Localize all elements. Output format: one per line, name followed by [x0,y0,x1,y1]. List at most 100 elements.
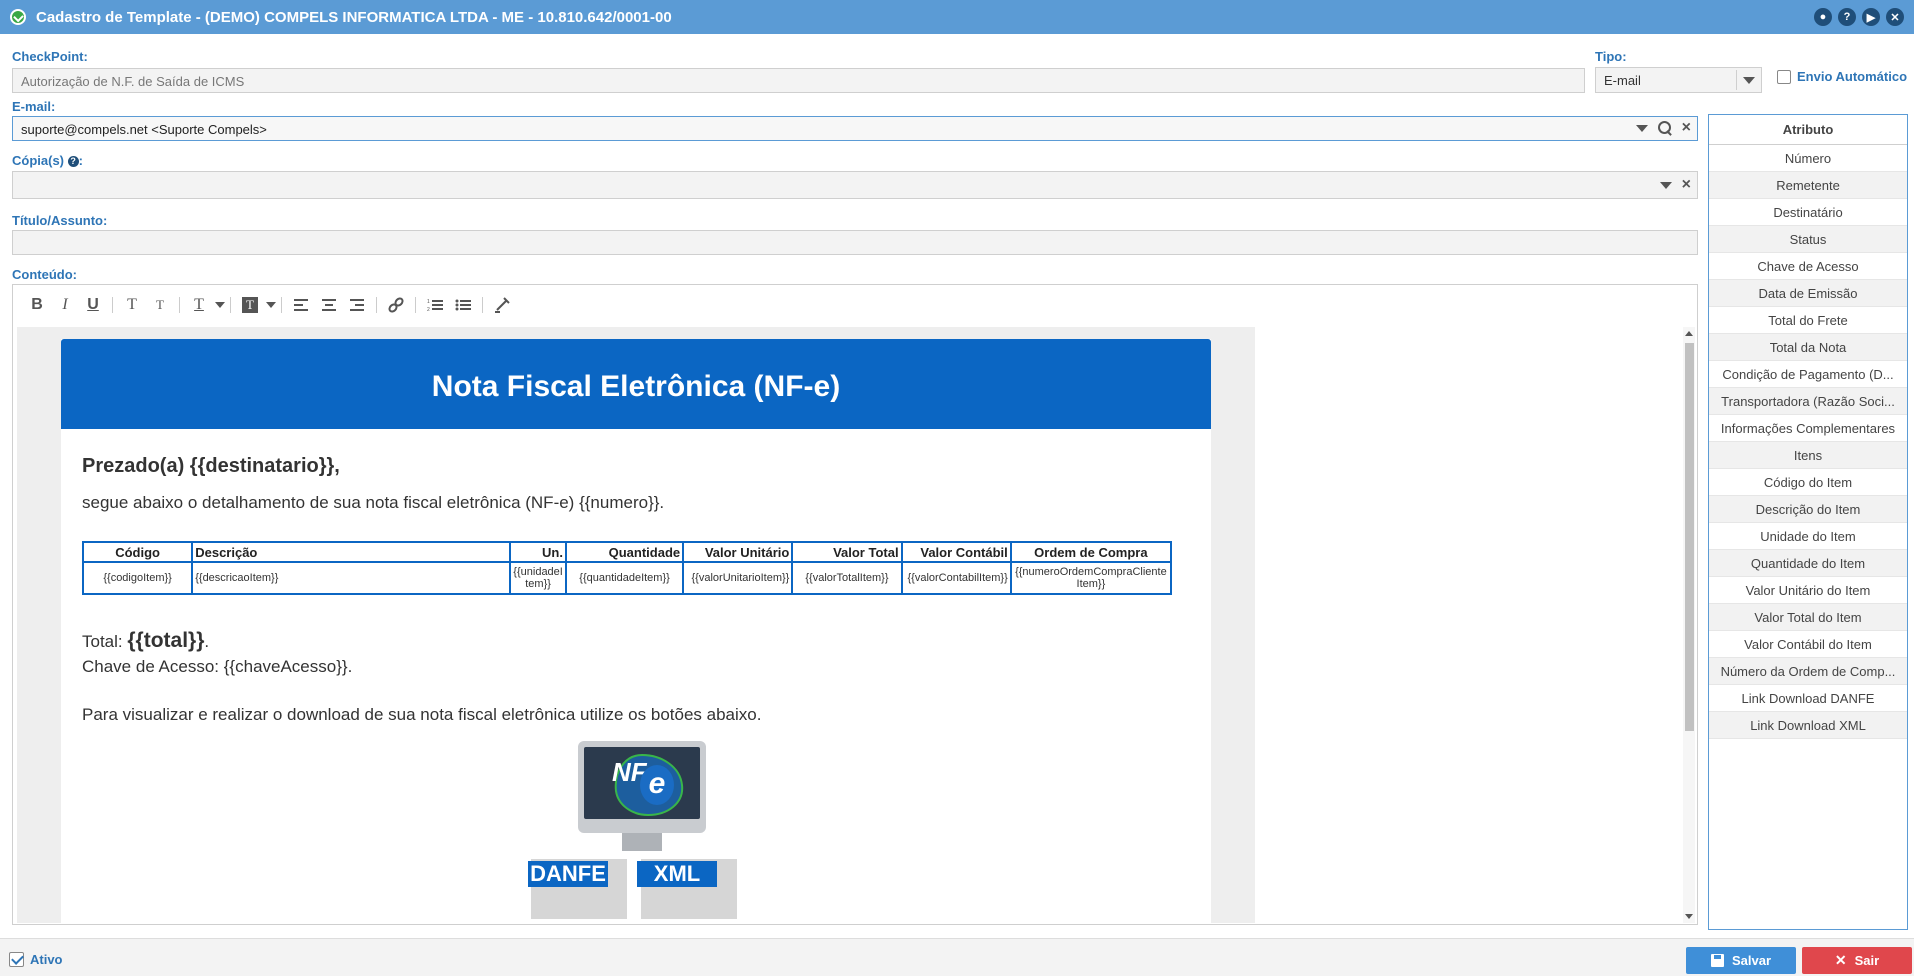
attribute-item[interactable]: Condição de Pagamento (D... [1709,361,1907,388]
font-color-button[interactable]: T [185,291,213,319]
unordered-list-icon[interactable] [449,291,477,319]
attribute-item[interactable]: Link Download XML [1709,712,1907,739]
nfe-monitor-image: NF e [578,741,706,851]
subscript-button[interactable]: T [146,291,174,319]
email-field-tools: × [1635,120,1691,136]
table-cell: {{unidadeItem}} [509,561,567,595]
attribute-item[interactable]: Valor Unitário do Item [1709,577,1907,604]
attribute-item[interactable]: Descrição do Item [1709,496,1907,523]
xml-download-label[interactable]: XML [637,861,717,887]
toolbar-divider [281,297,282,313]
clear-icon[interactable]: × [1682,177,1691,193]
ativo-label[interactable]: Ativo [30,952,63,967]
copias-label-text: Cópia(s) [12,153,64,168]
table-header: Valor Contábil [900,541,1012,563]
editor-scrollbar[interactable] [1683,327,1695,923]
checkpoint-label: CheckPoint: [12,49,88,64]
exit-button-label: Sair [1854,953,1880,968]
ativo-checkbox[interactable] [9,952,24,967]
attribute-item[interactable]: Valor Total do Item [1709,604,1907,631]
save-button[interactable]: Salvar [1686,947,1796,974]
table-header: Descrição [191,541,512,563]
table-cell: {{quantidadeItem}} [564,561,685,595]
attribute-item[interactable]: Total da Nota [1709,334,1907,361]
envio-automatico-checkbox[interactable] [1777,70,1791,84]
bold-button[interactable]: B [23,291,51,319]
link-icon[interactable] [382,291,410,319]
email-field[interactable]: suporte@compels.net <Suporte Compels> × [12,116,1698,141]
align-center-icon[interactable] [315,291,343,319]
attribute-item[interactable]: Transportadora (Razão Soci... [1709,388,1907,415]
clear-format-icon[interactable] [488,291,516,319]
table-cell: {{valorContabilItem}} [900,561,1012,595]
copias-field[interactable]: × [12,171,1698,199]
align-left-icon[interactable] [287,291,315,319]
italic-button[interactable]: I [51,291,79,319]
attribute-item[interactable]: Remetente [1709,172,1907,199]
titulo-label: Título/Assunto: [12,213,108,228]
app-icon [10,9,26,25]
attribute-item[interactable]: Itens [1709,442,1907,469]
table-header: Quantidade [564,541,685,563]
table-header: Código [81,541,194,563]
monitor-screen: NF e [584,747,700,819]
attribute-item[interactable]: Quantidade do Item [1709,550,1907,577]
search-icon[interactable] [1657,121,1672,135]
items-table: Código Descrição Un. Quantidade Valor Un… [81,541,1173,595]
exit-button[interactable]: ✕ Sair [1802,947,1912,974]
window-controls: ● ? ▶ ✕ [1814,8,1904,26]
tipo-label: Tipo: [1595,49,1627,64]
attribute-list: Número Remetente Destinatário Status Chave d… [1709,145,1907,739]
attribute-item[interactable]: Valor Contábil do Item [1709,631,1907,658]
rich-text-editor[interactable]: B I U T T T T 12 Nota Fiscal Eletrônica … [12,284,1698,925]
scroll-up-icon[interactable] [1685,331,1693,336]
help-icon[interactable]: ? [67,156,79,168]
play-icon[interactable]: ▶ [1862,8,1880,26]
total-line: Total: {{total}}. [82,629,209,653]
greeting-text: Prezado(a) {{destinatario}}, [82,455,340,477]
scroll-thumb[interactable] [1685,343,1694,731]
clear-icon[interactable]: × [1682,120,1691,136]
ordered-list-icon[interactable]: 12 [421,291,449,319]
attribute-item[interactable]: Número [1709,145,1907,172]
editor-content-area[interactable]: Nota Fiscal Eletrônica (NF-e) Prezado(a)… [17,327,1255,923]
align-right-icon[interactable] [343,291,371,319]
checkpoint-field[interactable]: Autorização de N.F. de Saída de ICMS [12,68,1585,93]
table-header: Valor Total [791,541,903,563]
chevron-down-icon[interactable] [266,302,276,308]
underline-button[interactable]: U [79,291,107,319]
envio-automatico-label[interactable]: Envio Automático [1797,69,1907,84]
chevron-down-icon[interactable] [1659,181,1672,189]
attribute-item[interactable]: Status [1709,226,1907,253]
attribute-item[interactable]: Código do Item [1709,469,1907,496]
background-color-button[interactable]: T [242,297,258,313]
scroll-down-icon[interactable] [1685,914,1693,919]
danfe-download-label[interactable]: DANFE [528,861,608,887]
tipo-select[interactable]: E-mail [1595,67,1762,93]
nfe-logo-e: e [640,765,674,805]
table-header: Un. [509,541,567,563]
chevron-down-icon[interactable] [215,302,225,308]
attribute-item[interactable]: Unidade do Item [1709,523,1907,550]
attribute-item[interactable]: Link Download DANFE [1709,685,1907,712]
save-button-label: Salvar [1731,953,1772,968]
total-value: {{total}} [127,629,205,652]
titulo-field[interactable] [12,230,1698,255]
attribute-panel-header: Atributo [1709,115,1907,145]
close-icon[interactable]: ✕ [1886,8,1904,26]
attribute-item[interactable]: Data de Emissão [1709,280,1907,307]
attribute-item[interactable]: Informações Complementares [1709,415,1907,442]
attribute-item[interactable]: Número da Ordem de Comp... [1709,658,1907,685]
attribute-item[interactable]: Chave de Acesso [1709,253,1907,280]
attribute-item[interactable]: Total do Frete [1709,307,1907,334]
minimize-icon[interactable]: ● [1814,8,1832,26]
intro-text: segue abaixo o detalhamento de sua nota … [82,493,665,512]
svg-text:2: 2 [427,307,430,312]
chevron-down-icon[interactable] [1635,124,1648,132]
attribute-item[interactable]: Destinatário [1709,199,1907,226]
superscript-button[interactable]: T [118,291,146,319]
help-icon[interactable]: ? [1838,8,1856,26]
toolbar-divider [179,297,180,313]
chevron-down-icon[interactable] [1743,77,1755,84]
table-cell: {{numeroOrdemCompraClienteItem}} [1009,561,1173,595]
